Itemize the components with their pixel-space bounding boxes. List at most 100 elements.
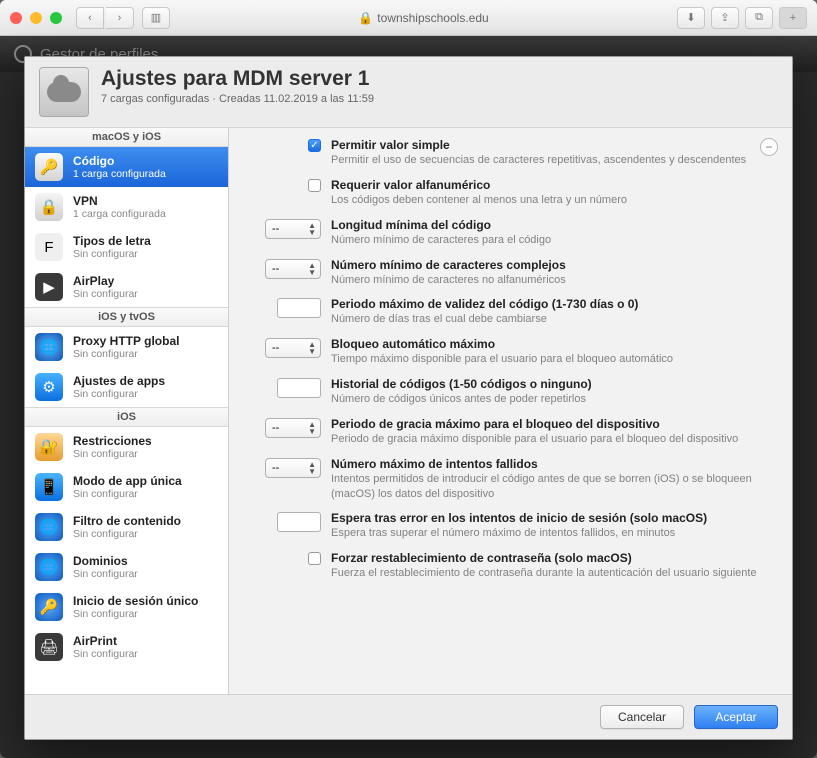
setting-label: Requerir valor alfanumérico bbox=[331, 178, 774, 192]
setting-description: Número mínimo de caracteres no alfanumér… bbox=[331, 273, 774, 288]
payload-content: − ✓ Permitir valor simple Permitir el us… bbox=[229, 128, 792, 694]
setting-row: Espera tras error en los intentos de ini… bbox=[239, 511, 774, 541]
payload-name: Inicio de sesión único bbox=[73, 594, 198, 608]
address-bar[interactable]: 🔒 townshipschools.edu bbox=[258, 11, 589, 25]
checkbox[interactable] bbox=[308, 552, 321, 565]
setting-row: Historial de códigos (1-50 códigos o nin… bbox=[239, 377, 774, 407]
sidebar-toggle-button[interactable]: ▥ bbox=[142, 7, 170, 29]
setting-row: --▲▼ Longitud mínima del código Número m… bbox=[239, 218, 774, 248]
select[interactable]: --▲▼ bbox=[265, 338, 321, 358]
setting-label: Número mínimo de caracteres complejos bbox=[331, 258, 774, 272]
payload-name: Modo de app única bbox=[73, 474, 182, 488]
payload-icon: 🌐 bbox=[35, 513, 63, 541]
payload-status: 1 carga configurada bbox=[73, 208, 166, 221]
ok-button[interactable]: Aceptar bbox=[694, 705, 778, 729]
setting-label: Longitud mínima del código bbox=[331, 218, 774, 232]
payload-icon: 🔑 bbox=[35, 153, 63, 181]
back-button[interactable]: ‹ bbox=[76, 7, 104, 29]
profile-icon bbox=[39, 67, 89, 117]
payload-name: Ajustes de apps bbox=[73, 374, 165, 388]
setting-description: Número de códigos únicos antes de poder … bbox=[331, 392, 774, 407]
payload-status: Sin configurar bbox=[73, 528, 181, 541]
payload-status: 1 carga configurada bbox=[73, 168, 166, 181]
select[interactable]: --▲▼ bbox=[265, 219, 321, 239]
sidebar-item[interactable]: F Tipos de letra Sin configurar bbox=[25, 227, 228, 267]
payload-status: Sin configurar bbox=[73, 568, 138, 581]
downloads-button[interactable]: ⬇ bbox=[677, 7, 705, 29]
setting-row: --▲▼ Número máximo de intentos fallidos … bbox=[239, 457, 774, 502]
window-minimize-button[interactable] bbox=[30, 12, 42, 24]
payload-name: Dominios bbox=[73, 554, 138, 568]
payload-icon: 🌐 bbox=[35, 553, 63, 581]
text-field[interactable] bbox=[277, 512, 321, 532]
payload-name: AirPrint bbox=[73, 634, 138, 648]
setting-row: Requerir valor alfanumérico Los códigos … bbox=[239, 178, 774, 208]
text-field[interactable] bbox=[277, 378, 321, 398]
payload-icon: 🔐 bbox=[35, 433, 63, 461]
payload-name: Código bbox=[73, 154, 166, 168]
sidebar-item[interactable]: 🔒 VPN 1 carga configurada bbox=[25, 187, 228, 227]
sidebar-item[interactable]: ⚙ Ajustes de apps Sin configurar bbox=[25, 367, 228, 407]
sidebar-item[interactable]: 🔑 Inicio de sesión único Sin configurar bbox=[25, 587, 228, 627]
setting-row: ✓ Permitir valor simple Permitir el uso … bbox=[239, 138, 774, 168]
setting-label: Periodo máximo de validez del código (1-… bbox=[331, 297, 774, 311]
payload-name: Filtro de contenido bbox=[73, 514, 181, 528]
collapse-button[interactable]: − bbox=[760, 138, 778, 156]
setting-label: Permitir valor simple bbox=[331, 138, 774, 152]
tabs-button[interactable]: ⧉ bbox=[745, 7, 773, 29]
setting-description: Permitir el uso de secuencias de caracte… bbox=[331, 153, 774, 168]
setting-row: --▲▼ Bloqueo automático máximo Tiempo má… bbox=[239, 337, 774, 367]
sidebar-section-header: iOS bbox=[25, 407, 228, 427]
settings-sheet: Ajustes para MDM server 1 7 cargas confi… bbox=[24, 56, 793, 740]
checkbox[interactable] bbox=[308, 179, 321, 192]
sidebar-item[interactable]: 🔐 Restricciones Sin configurar bbox=[25, 427, 228, 467]
cancel-button[interactable]: Cancelar bbox=[600, 705, 684, 729]
checkbox[interactable]: ✓ bbox=[308, 139, 321, 152]
payload-icon: 📱 bbox=[35, 473, 63, 501]
setting-row: --▲▼ Número mínimo de caracteres complej… bbox=[239, 258, 774, 288]
setting-label: Periodo de gracia máximo para el bloqueo… bbox=[331, 417, 774, 431]
sidebar-item[interactable]: 🖨 AirPrint Sin configurar bbox=[25, 627, 228, 667]
setting-label: Forzar restablecimiento de contraseña (s… bbox=[331, 551, 774, 565]
setting-label: Bloqueo automático máximo bbox=[331, 337, 774, 351]
select[interactable]: --▲▼ bbox=[265, 458, 321, 478]
payload-status: Sin configurar bbox=[73, 648, 138, 661]
sidebar-item[interactable]: 🌐 Filtro de contenido Sin configurar bbox=[25, 507, 228, 547]
setting-description: Los códigos deben contener al menos una … bbox=[331, 193, 774, 208]
setting-description: Número de días tras el cual debe cambiar… bbox=[331, 312, 774, 327]
payload-status: Sin configurar bbox=[73, 448, 152, 461]
payload-icon: ⚙ bbox=[35, 373, 63, 401]
forward-button[interactable]: › bbox=[106, 7, 134, 29]
sidebar-section-header: macOS y iOS bbox=[25, 128, 228, 147]
setting-label: Espera tras error en los intentos de ini… bbox=[331, 511, 774, 525]
sheet-footer: Cancelar Aceptar bbox=[25, 694, 792, 739]
setting-row: --▲▼ Periodo de gracia máximo para el bl… bbox=[239, 417, 774, 447]
payload-status: Sin configurar bbox=[73, 388, 165, 401]
select[interactable]: --▲▼ bbox=[265, 418, 321, 438]
payload-status: Sin configurar bbox=[73, 488, 182, 501]
sheet-subtitle: 7 cargas configuradas · Creadas 11.02.20… bbox=[101, 93, 374, 105]
safari-window: ‹ › ▥ 🔒 townshipschools.edu ⬇ ⇪ ⧉ + Gest… bbox=[0, 0, 817, 758]
sidebar-item[interactable]: 📱 Modo de app única Sin configurar bbox=[25, 467, 228, 507]
payload-name: Restricciones bbox=[73, 434, 152, 448]
sheet-title: Ajustes para MDM server 1 bbox=[101, 67, 374, 91]
payload-name: Proxy HTTP global bbox=[73, 334, 179, 348]
share-button[interactable]: ⇪ bbox=[711, 7, 739, 29]
sidebar-item[interactable]: 🌐 Proxy HTTP global Sin configurar bbox=[25, 327, 228, 367]
url-text: townshipschools.edu bbox=[377, 11, 488, 25]
select[interactable]: --▲▼ bbox=[265, 259, 321, 279]
sidebar-item[interactable]: 🔑 Código 1 carga configurada bbox=[25, 147, 228, 187]
setting-row: Periodo máximo de validez del código (1-… bbox=[239, 297, 774, 327]
sidebar-item[interactable]: 🌐 Dominios Sin configurar bbox=[25, 547, 228, 587]
window-close-button[interactable] bbox=[10, 12, 22, 24]
text-field[interactable] bbox=[277, 298, 321, 318]
setting-description: Número mínimo de caracteres para el códi… bbox=[331, 233, 774, 248]
payload-icon: 🔑 bbox=[35, 593, 63, 621]
sidebar-item[interactable]: ▶ AirPlay Sin configurar bbox=[25, 267, 228, 307]
new-tab-button[interactable]: + bbox=[779, 7, 807, 29]
payload-sidebar[interactable]: macOS y iOS🔑 Código 1 carga configurada🔒… bbox=[25, 128, 229, 694]
setting-label: Número máximo de intentos fallidos bbox=[331, 457, 774, 471]
traffic-lights bbox=[10, 12, 62, 24]
payload-icon: 🌐 bbox=[35, 333, 63, 361]
window-zoom-button[interactable] bbox=[50, 12, 62, 24]
